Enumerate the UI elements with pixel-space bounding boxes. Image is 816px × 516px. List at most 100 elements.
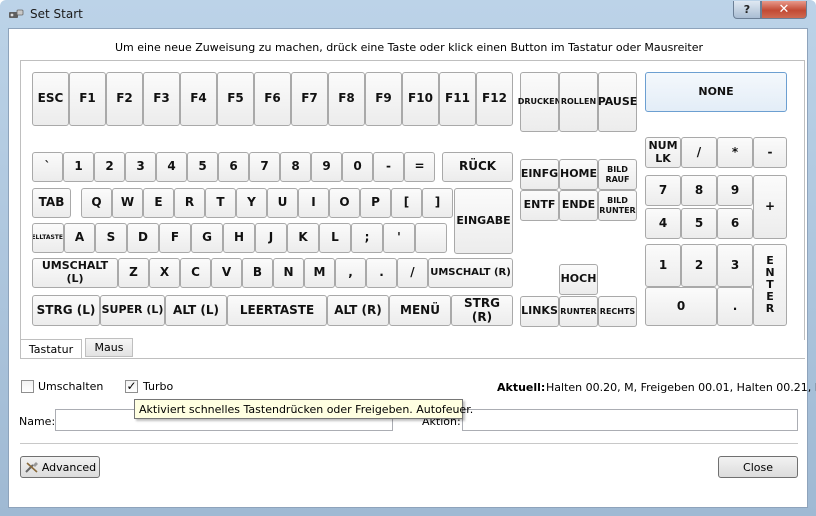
key-tab[interactable]: TAB	[32, 188, 71, 218]
key-num-3[interactable]: 3	[717, 244, 753, 287]
key-esc[interactable]: ESC	[32, 72, 69, 126]
key-num-7[interactable]: 7	[645, 175, 681, 206]
key-right-bracket[interactable]: ]	[422, 188, 453, 218]
key-equals[interactable]: =	[404, 152, 435, 182]
key-n[interactable]: N	[273, 258, 304, 288]
key-num-decimal[interactable]: .	[717, 287, 753, 326]
key-a[interactable]: A	[64, 223, 95, 253]
key-x[interactable]: X	[149, 258, 180, 288]
key-f9[interactable]: F9	[365, 72, 402, 126]
key-5[interactable]: 5	[187, 152, 218, 182]
window-close-button[interactable]: ✕	[761, 1, 807, 19]
key-8[interactable]: 8	[280, 152, 311, 182]
key-backtick[interactable]: `	[32, 152, 63, 182]
key-c[interactable]: C	[180, 258, 211, 288]
key-7[interactable]: 7	[249, 152, 280, 182]
key-6[interactable]: 6	[218, 152, 249, 182]
turbo-checkbox[interactable]: ✓	[125, 380, 138, 393]
none-button[interactable]: NONE	[645, 72, 787, 112]
key-f6[interactable]: F6	[254, 72, 291, 126]
key-num-4[interactable]: 4	[645, 208, 681, 239]
key-space[interactable]: LEERTASTE	[227, 295, 327, 326]
key-j[interactable]: J	[255, 223, 287, 253]
key-backspace[interactable]: RÜCK	[442, 152, 513, 182]
key-0[interactable]: 0	[342, 152, 373, 182]
key-bild-rauf[interactable]: BILD RAUF	[598, 159, 637, 190]
key-left[interactable]: LINKS	[520, 296, 559, 327]
key-f1[interactable]: F1	[69, 72, 106, 126]
key-down[interactable]: RUNTER	[559, 296, 598, 327]
key-num-divide[interactable]: /	[681, 137, 717, 168]
key-minus[interactable]: -	[373, 152, 404, 182]
key-y[interactable]: Y	[236, 188, 267, 218]
key-capslock[interactable]: FESTSTELLTASTE	[32, 223, 64, 253]
key-3[interactable]: 3	[125, 152, 156, 182]
key-w[interactable]: W	[112, 188, 143, 218]
key-entf[interactable]: ENTF	[520, 190, 559, 221]
key-quote[interactable]: '	[383, 223, 415, 253]
key-d[interactable]: D	[127, 223, 159, 253]
key-ende[interactable]: ENDE	[559, 190, 598, 221]
key-4[interactable]: 4	[156, 152, 187, 182]
key-home[interactable]: HOME	[559, 159, 598, 190]
key-z[interactable]: Z	[118, 258, 149, 288]
key-2[interactable]: 2	[94, 152, 125, 182]
key-num-6[interactable]: 6	[717, 208, 753, 239]
key-f2[interactable]: F2	[106, 72, 143, 126]
key-up[interactable]: HOCH	[559, 264, 598, 295]
key-num-8[interactable]: 8	[681, 175, 717, 206]
key-einfg[interactable]: EINFG	[520, 159, 559, 190]
key-menu[interactable]: MENÜ	[389, 295, 451, 326]
key-period[interactable]: .	[366, 258, 397, 288]
key-rollen[interactable]: ROLLEN	[559, 72, 598, 132]
action-input[interactable]	[462, 409, 798, 431]
key-e[interactable]: E	[143, 188, 174, 218]
key-shift-right[interactable]: UMSCHALT (R)	[428, 258, 513, 288]
key-s[interactable]: S	[95, 223, 127, 253]
key-comma[interactable]: ,	[335, 258, 366, 288]
key-r[interactable]: R	[174, 188, 205, 218]
key-f[interactable]: F	[159, 223, 191, 253]
tab-mouse[interactable]: Maus	[85, 338, 133, 357]
key-f11[interactable]: F11	[439, 72, 476, 126]
key-f7[interactable]: F7	[291, 72, 328, 126]
help-button[interactable]: ?	[733, 1, 761, 19]
title-bar[interactable]: Set Start ? ✕	[0, 0, 816, 28]
key-l[interactable]: L	[319, 223, 351, 253]
advanced-button[interactable]: Advanced	[20, 456, 100, 478]
key-u[interactable]: U	[267, 188, 298, 218]
key-m[interactable]: M	[304, 258, 335, 288]
key-num-2[interactable]: 2	[681, 244, 717, 287]
key-bild-runter[interactable]: BILD RUNTER	[598, 190, 637, 221]
key-num-enter[interactable]: E N T E R	[753, 244, 787, 326]
key-q[interactable]: Q	[81, 188, 112, 218]
key-alt-right[interactable]: ALT (R)	[327, 295, 389, 326]
tab-keyboard[interactable]: Tastatur	[20, 339, 82, 359]
key-numlock[interactable]: NUM LK	[645, 137, 681, 168]
key-p[interactable]: P	[360, 188, 391, 218]
key-alt-left[interactable]: ALT (L)	[165, 295, 227, 326]
key-drucken[interactable]: DRUCKEN	[518, 72, 561, 132]
key-1[interactable]: 1	[63, 152, 94, 182]
key-shift-left[interactable]: UMSCHALT (L)	[32, 258, 118, 288]
key-i[interactable]: I	[298, 188, 329, 218]
key-num-1[interactable]: 1	[645, 244, 681, 287]
key-semicolon[interactable]: ;	[351, 223, 383, 253]
key-v[interactable]: V	[211, 258, 242, 288]
key-f10[interactable]: F10	[402, 72, 439, 126]
shift-checkbox[interactable]	[21, 380, 34, 393]
key-num-5[interactable]: 5	[681, 208, 717, 239]
key-b[interactable]: B	[242, 258, 273, 288]
key-g[interactable]: G	[191, 223, 223, 253]
key-f3[interactable]: F3	[143, 72, 180, 126]
key-enter[interactable]: EINGABE	[454, 188, 513, 254]
key-9[interactable]: 9	[311, 152, 342, 182]
key-h[interactable]: H	[223, 223, 255, 253]
key-ctrl-left[interactable]: STRG (L)	[32, 295, 100, 326]
key-f4[interactable]: F4	[180, 72, 217, 126]
key-num-multiply[interactable]: *	[717, 137, 753, 168]
close-button[interactable]: Close	[718, 456, 798, 478]
key-num-subtract[interactable]: -	[753, 137, 787, 168]
key-right[interactable]: RECHTS	[598, 296, 637, 327]
key-t[interactable]: T	[205, 188, 236, 218]
